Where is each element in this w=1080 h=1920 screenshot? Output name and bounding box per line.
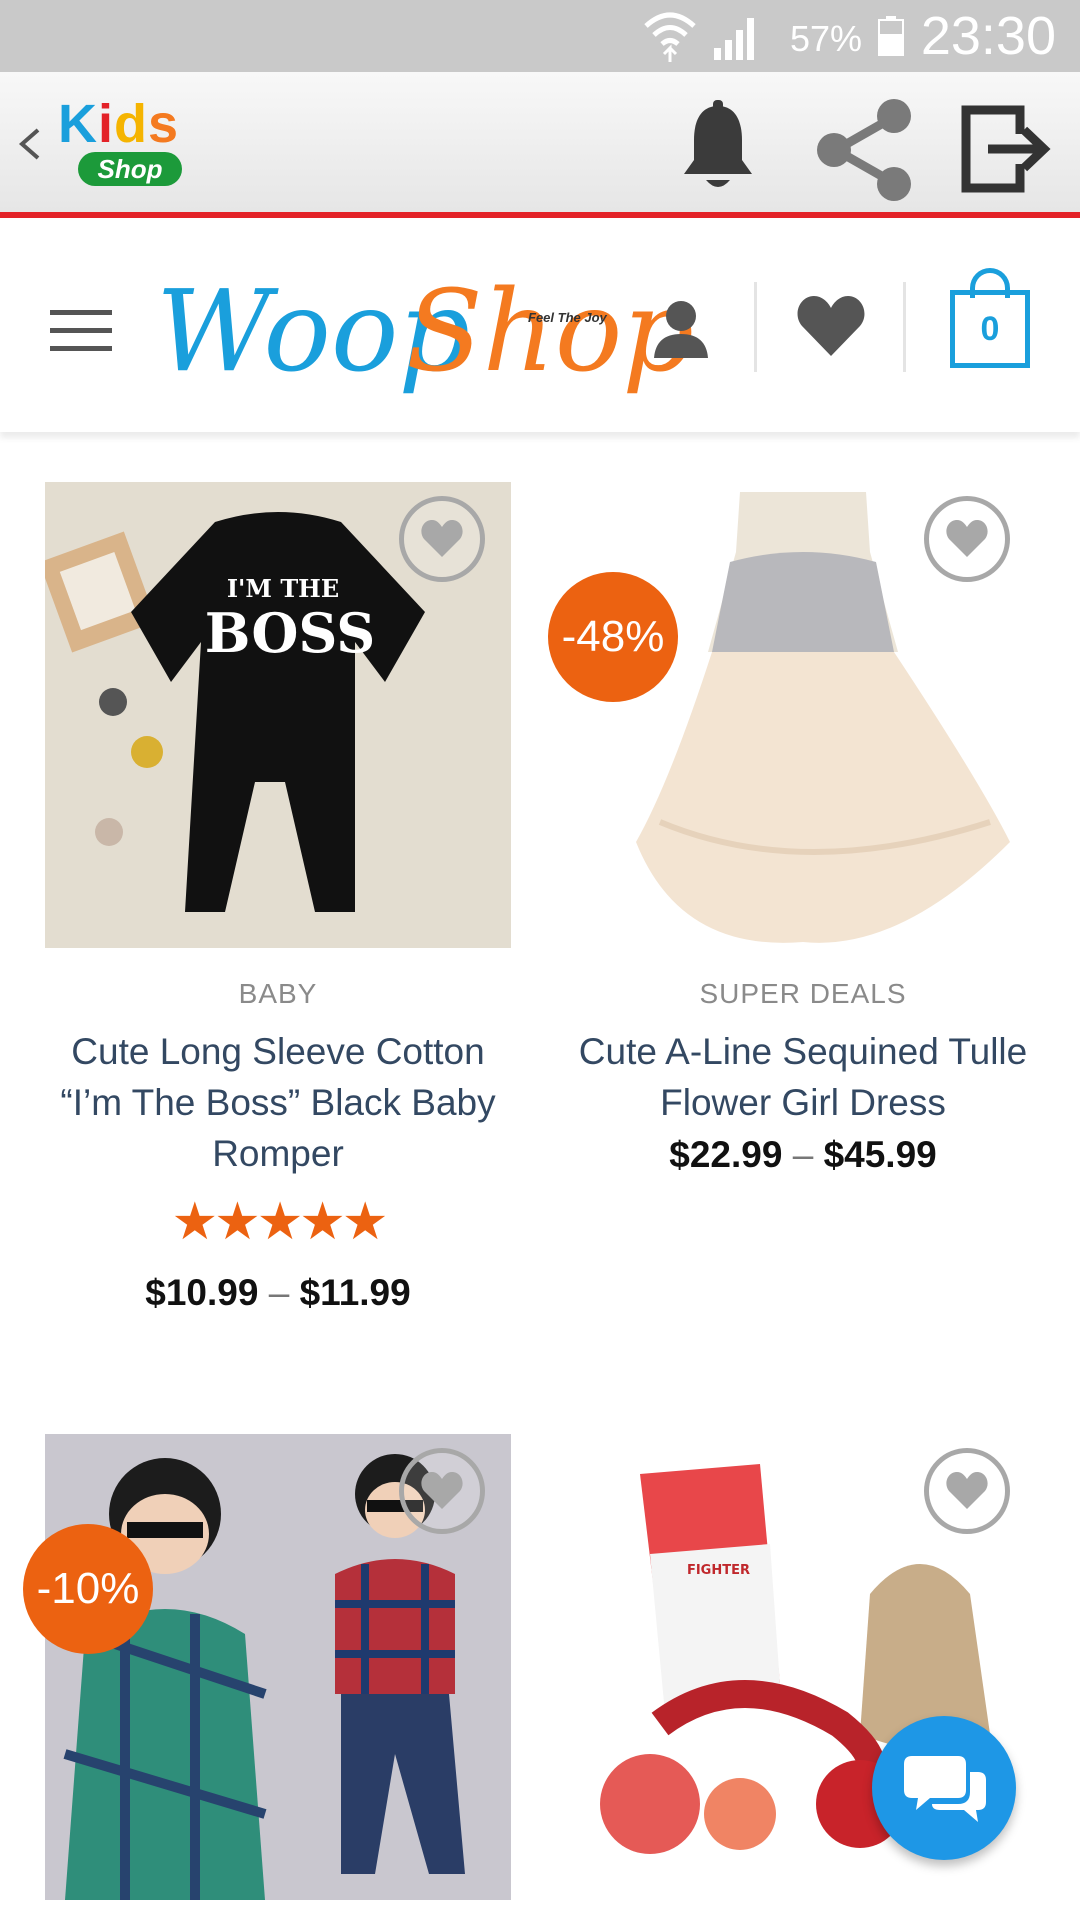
product-title[interactable]: Cute Long Sleeve Cotton “I’m The Boss” B… [45, 1026, 511, 1179]
rating-stars: ★★★★★ [171, 1193, 388, 1251]
add-to-wishlist-button[interactable] [924, 1448, 1010, 1534]
price-min: $22.99 [669, 1134, 783, 1175]
price-max: $45.99 [823, 1134, 937, 1175]
wishlist-heart-icon[interactable] [796, 294, 866, 358]
heart-icon [421, 1472, 463, 1509]
product-price: $22.99 – $45.99 [570, 1134, 1036, 1176]
battery-icon [878, 16, 904, 56]
back-icon[interactable] [14, 116, 44, 172]
header-divider [754, 282, 757, 372]
brand-tagline: Feel The Joy [528, 310, 607, 325]
discount-badge: -48% [548, 572, 678, 702]
product-card[interactable]: I'M THE BOSS BABY Cute Long Sleeve Cotto… [45, 482, 511, 1332]
price-separator: – [792, 1134, 814, 1175]
heart-icon [946, 1472, 988, 1509]
signal-icon [714, 18, 754, 60]
add-to-wishlist-button[interactable] [924, 496, 1010, 582]
price-min: $10.99 [145, 1272, 259, 1313]
heart-icon [946, 520, 988, 557]
user-icon[interactable] [650, 298, 712, 360]
site-header: Woop Shop Feel The Joy 0 [0, 224, 1080, 432]
add-to-wishlist-button[interactable] [399, 1448, 485, 1534]
status-bar: 57% 23:30 [0, 0, 1080, 72]
product-category[interactable]: BABY [45, 978, 511, 1010]
logo-shop-text: Shop [78, 152, 182, 186]
wifi-icon [644, 12, 696, 62]
price-separator: – [268, 1272, 290, 1313]
chat-icon [904, 1756, 986, 1822]
product-price: $10.99 – $11.99 [45, 1272, 511, 1314]
heart-icon [421, 520, 463, 557]
romper-print-line2: BOSS [205, 601, 376, 665]
price-max: $11.99 [299, 1272, 411, 1313]
product-card[interactable]: -48% SUPER DEALS Cute A-Line Sequined Tu… [548, 482, 1036, 1202]
product-title[interactable]: Cute A-Line Sequined Tulle Flower Girl D… [570, 1026, 1036, 1128]
woopshop-logo[interactable]: Woop Shop Feel The Joy [156, 262, 694, 402]
share-icon[interactable] [812, 98, 916, 202]
logo-kids-text: Kids [58, 94, 180, 154]
kids-shop-logo[interactable]: Kids Shop [58, 94, 208, 194]
app-bar: Kids Shop [0, 72, 1080, 218]
add-to-wishlist-button[interactable] [399, 496, 485, 582]
exit-icon[interactable] [960, 104, 1054, 194]
cart-count: 0 [950, 290, 1030, 368]
discount-badge: -10% [23, 1524, 153, 1654]
product-card[interactable]: -10% [23, 1434, 511, 1920]
product-category[interactable]: SUPER DEALS [570, 978, 1036, 1010]
header-divider [903, 282, 906, 372]
status-clock: 23:30 [920, 6, 1056, 66]
chat-button[interactable] [872, 1716, 1016, 1860]
cart-button[interactable]: 0 [950, 268, 1036, 368]
romper-print-line1: I'M THE [227, 574, 339, 603]
bell-icon[interactable] [678, 100, 758, 192]
box-print-text: FIGHTER [687, 1563, 750, 1578]
battery-percent: 57% [789, 18, 862, 59]
menu-icon[interactable] [50, 308, 112, 354]
